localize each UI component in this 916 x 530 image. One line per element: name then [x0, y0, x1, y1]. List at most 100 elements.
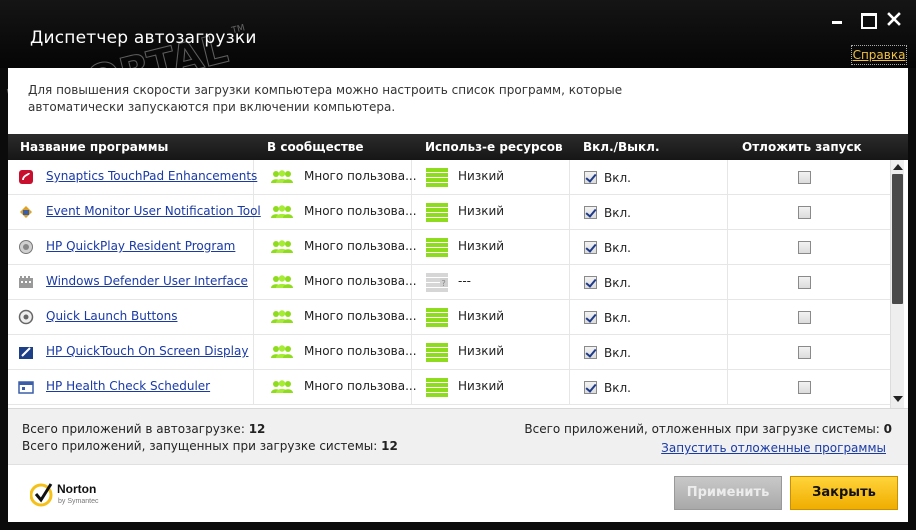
main-panel: Для повышения скорости загрузки компьюте…	[8, 68, 908, 522]
column-header-resources[interactable]: Использ-е ресурсов	[425, 140, 563, 154]
cell-resources: ? ---	[412, 265, 570, 299]
delay-checkbox[interactable]	[798, 171, 811, 184]
enable-checkbox[interactable]	[584, 381, 597, 394]
cell-onoff: Вкл.	[570, 265, 728, 299]
table-row[interactable]: HP Health Check Scheduler Много пользова.…	[8, 370, 890, 405]
norton-check-icon	[29, 483, 53, 507]
cell-resources: Низкий	[412, 335, 570, 369]
table-row[interactable]: Quick Launch Buttons Много пользова... Низ…	[8, 300, 890, 335]
table-row[interactable]: Event Monitor User Notification Tool Мног…	[8, 195, 890, 230]
community-text: Много пользова...	[304, 379, 417, 393]
resource-text: Низкий	[458, 204, 505, 218]
community-text: Много пользова...	[304, 204, 417, 218]
column-header-community[interactable]: В сообществе	[267, 140, 364, 154]
resource-low-icon	[426, 202, 448, 222]
synaptics-icon	[18, 169, 34, 185]
community-text: Много пользова...	[304, 169, 417, 183]
program-name-link[interactable]: Windows Defender User Interface	[46, 274, 248, 288]
program-name-link[interactable]: Event Monitor User Notification Tool	[46, 204, 261, 218]
scroll-down-icon[interactable]	[893, 396, 903, 402]
column-header-onoff[interactable]: Вкл./Выкл.	[583, 140, 660, 154]
close-icon[interactable]	[887, 12, 903, 26]
minimize-icon[interactable]	[829, 12, 845, 26]
resource-low-icon	[426, 377, 448, 397]
column-header-delay[interactable]: Отложить запуск	[742, 140, 862, 154]
community-icon	[270, 170, 294, 184]
enable-checkbox[interactable]	[584, 206, 597, 219]
window-title: Диспетчер автозагрузки	[30, 28, 257, 48]
resource-text: Низкий	[458, 309, 505, 323]
delay-checkbox[interactable]	[798, 346, 811, 359]
cell-delay	[728, 230, 890, 264]
cell-delay	[728, 370, 890, 404]
title-bar: Диспетчер автозагрузки Справка	[0, 0, 916, 68]
cell-name: Synaptics TouchPad Enhancements	[8, 160, 257, 194]
startup-manager-window: Диспетчер автозагрузки Справка PORTAL TM…	[0, 0, 916, 530]
resource-text: Низкий	[458, 239, 505, 253]
enable-checkbox[interactable]	[584, 241, 597, 254]
enable-label: Вкл.	[604, 206, 631, 220]
delay-checkbox[interactable]	[798, 311, 811, 324]
help-link[interactable]: Справка	[851, 45, 907, 65]
maximize-icon[interactable]	[859, 12, 877, 29]
cell-community: Много пользова...	[254, 300, 417, 334]
table-row[interactable]: Synaptics TouchPad Enhancements Много пол…	[8, 160, 890, 195]
cell-community: Много пользова...	[254, 230, 417, 264]
community-icon	[270, 240, 294, 254]
cell-resources: Низкий	[412, 230, 570, 264]
community-text: Много пользова...	[304, 239, 417, 253]
event-monitor-icon	[18, 204, 34, 220]
resource-low-icon	[426, 167, 448, 187]
cell-name: Quick Launch Buttons	[8, 300, 254, 334]
norton-sub: by Symantec	[58, 498, 99, 505]
cell-resources: Низкий	[412, 195, 570, 229]
cell-name: HP QuickPlay Resident Program	[8, 230, 254, 264]
resource-unknown-icon: ?	[426, 272, 448, 292]
delayed-at-boot-text: Всего приложений, отложенных при загрузк…	[524, 422, 892, 436]
cell-community: Много пользова...	[254, 160, 417, 194]
cell-onoff: Вкл.	[570, 230, 728, 264]
quickplay-icon	[18, 239, 34, 255]
program-name-link[interactable]: HP Health Check Scheduler	[46, 379, 210, 393]
enable-checkbox[interactable]	[584, 346, 597, 359]
community-icon	[270, 205, 294, 219]
close-button[interactable]: Закрыть	[790, 476, 898, 510]
cell-name: Windows Defender User Interface	[8, 265, 254, 299]
enable-checkbox[interactable]	[584, 171, 597, 184]
enable-label: Вкл.	[604, 276, 631, 290]
resource-low-icon	[426, 307, 448, 327]
community-icon	[270, 310, 294, 324]
cell-onoff: Вкл.	[570, 370, 728, 404]
column-header-name[interactable]: Название программы	[20, 140, 168, 154]
apply-button[interactable]: Применить	[674, 476, 782, 510]
community-icon	[270, 345, 294, 359]
program-name-link[interactable]: HP QuickTouch On Screen Display	[46, 344, 248, 358]
table-scrollbar[interactable]	[890, 160, 904, 408]
delay-checkbox[interactable]	[798, 241, 811, 254]
enable-checkbox[interactable]	[584, 276, 597, 289]
delay-checkbox[interactable]	[798, 276, 811, 289]
cell-resources: Низкий	[412, 300, 570, 334]
cell-delay	[728, 335, 890, 369]
cell-name: Event Monitor User Notification Tool	[8, 195, 261, 229]
program-name-link[interactable]: Quick Launch Buttons	[46, 309, 177, 323]
table-row[interactable]: HP QuickTouch On Screen Display Много пол…	[8, 335, 890, 370]
program-name-link[interactable]: HP QuickPlay Resident Program	[46, 239, 235, 253]
enable-checkbox[interactable]	[584, 311, 597, 324]
table-row[interactable]: Windows Defender User Interface Много пол…	[8, 265, 890, 300]
quicktouch-icon	[18, 344, 34, 360]
delay-checkbox[interactable]	[798, 206, 811, 219]
norton-brand: Norton	[57, 482, 97, 496]
run-delayed-link[interactable]: Запустить отложенные программы	[661, 441, 886, 455]
resource-text: ---	[458, 274, 471, 288]
scroll-thumb[interactable]	[892, 174, 903, 304]
scroll-up-icon[interactable]	[893, 164, 903, 170]
cell-resources: Низкий	[412, 370, 570, 404]
table-row[interactable]: HP QuickPlay Resident Program Много польз…	[8, 230, 890, 265]
enable-label: Вкл.	[604, 241, 631, 255]
delay-checkbox[interactable]	[798, 381, 811, 394]
cell-delay	[728, 300, 890, 334]
cell-name: HP QuickTouch On Screen Display	[8, 335, 254, 369]
community-icon	[270, 380, 294, 394]
program-name-link[interactable]: Synaptics TouchPad Enhancements	[46, 169, 257, 183]
